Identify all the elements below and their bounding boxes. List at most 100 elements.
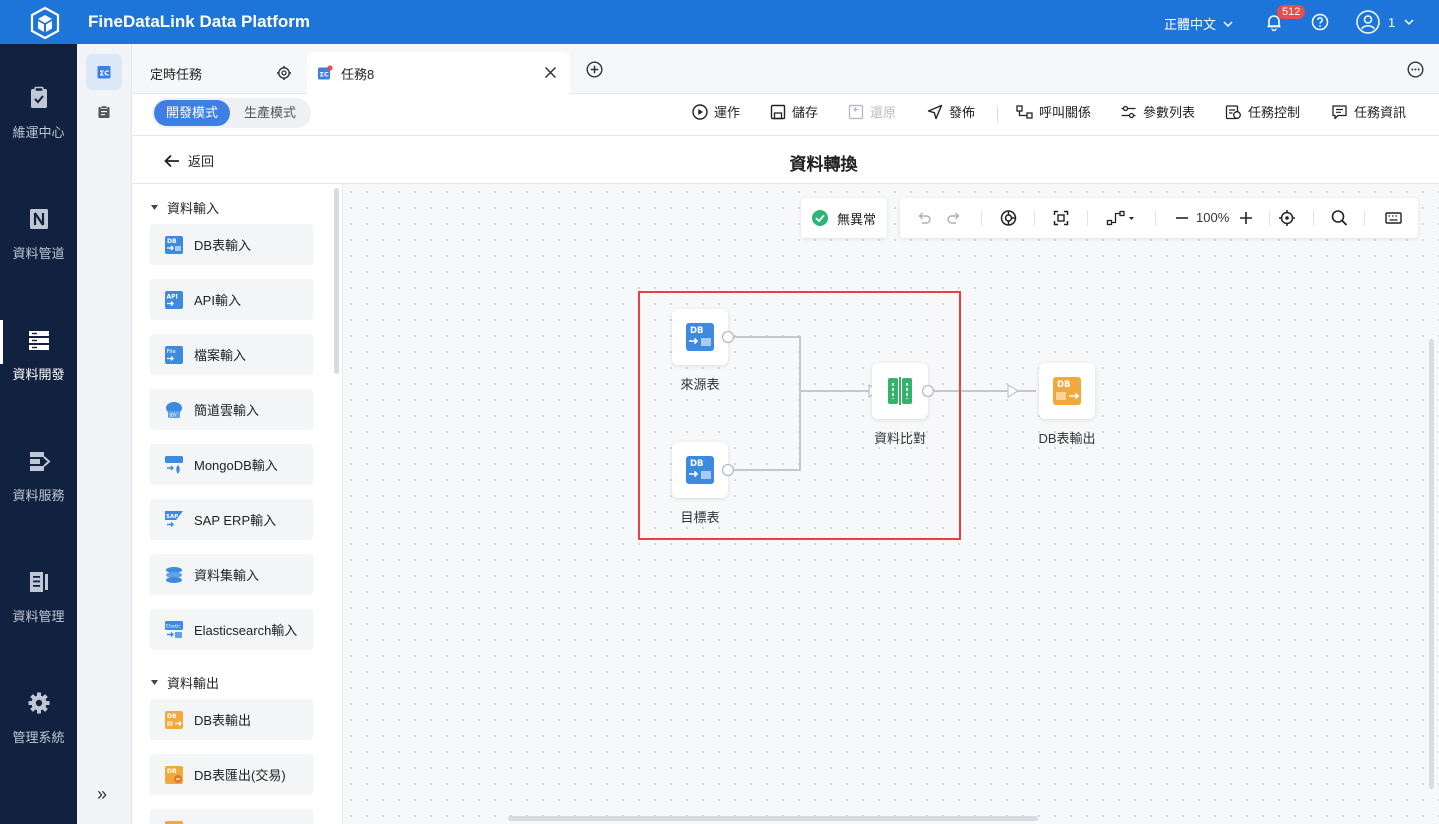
canvas-vertical-scrollbar[interactable] [1429,339,1434,789]
mode-switch[interactable]: 開發模式 生產模式 [152,98,311,128]
svg-text:DB: DB [690,326,704,336]
svg-text:DB: DB [167,713,177,720]
run-button[interactable]: 運作 [692,102,740,121]
tab-label: 定時任務 [150,66,203,82]
task-control-button[interactable]: 任務控制 [1225,102,1300,121]
page-title: 資料轉換 [789,155,858,174]
close-icon[interactable] [544,66,557,79]
nav-item-data-dev[interactable]: 資料開發 [0,286,77,396]
help-icon[interactable] [1311,13,1329,31]
nav-label: 管理系統 [12,730,65,745]
task-icon: ΣC [97,66,111,79]
output-port[interactable] [721,330,735,344]
save-icon [770,104,786,119]
node-label: 資料比對 [873,431,926,446]
user-menu[interactable]: 1 [1356,10,1415,34]
svg-text:JDY: JDY [169,412,178,418]
task-info-label: 任務資訊 [1354,105,1407,120]
palette-item-api-input[interactable]: API API輸入 [150,279,313,320]
palette-item-db-input[interactable]: DB DB表輸入 [150,224,313,265]
db-target-icon: DB [686,456,714,484]
palette-item-label: SAP ERP輸入 [194,513,277,528]
restore-button[interactable]: 還原 [848,102,896,121]
db-export-icon: DB [165,765,183,784]
task-toolbar: 開發模式 生產模式 運作 儲存 還原 發佈 呼叫關係 參數列表 任務控制 任務資… [132,94,1439,136]
jdy-input-icon: JDY [166,401,182,418]
palette-item-label: 簡道雲輸入 [194,403,260,418]
avatar-icon [1356,10,1380,34]
language-selector[interactable]: 正體中文 [1164,14,1234,33]
task-info-button[interactable]: 任務資訊 [1331,102,1406,121]
nav-item-ops-center[interactable]: 維運中心 [0,44,77,154]
sap-input-icon: SAP [165,510,183,527]
publish-button[interactable]: 發佈 [927,102,975,121]
expand-sidebar-icon[interactable]: » [97,784,107,805]
palette-item-label: DB表匯出(交易) [194,768,286,783]
palette-item-elasticsearch-input[interactable]: Elastic Elasticsearch輸入 [150,609,313,650]
language-label: 正體中文 [1164,17,1217,32]
clipboard-check-icon [30,86,47,108]
svg-text:ΣC: ΣC [320,71,329,79]
restore-icon [848,104,864,119]
param-list-button[interactable]: 參數列表 [1120,102,1195,121]
palette-scrollbar[interactable] [334,188,339,374]
node-db-output[interactable]: DB [1039,363,1095,419]
group-data-input[interactable]: 資料輸入 [150,198,219,217]
palette-item-dataset-input[interactable]: 資料集輸入 [150,554,313,595]
palette-item-jdy-input[interactable]: JDY 簡道雲輸入 [150,389,313,430]
workflow-canvas[interactable]: 無異常 100% DB 來源表 DB 目標表 資料比對 DB DB表輸出 [343,184,1439,824]
nav-item-data-pipeline[interactable]: 資料管道 [0,165,77,275]
subnav-doc-button[interactable] [86,94,122,130]
palette-item-partial[interactable] [150,809,313,824]
palette-item-sap-input[interactable]: SAP SAP ERP輸入 [150,499,313,540]
canvas-horizontal-scrollbar[interactable] [508,816,1038,821]
svg-text:SAP: SAP [166,514,178,520]
palette-item-label: MongoDB輸入 [194,458,278,473]
svg-text:DB: DB [167,768,177,775]
svg-text:File: File [167,349,177,355]
output-port[interactable] [721,463,735,477]
palette-item-db-output[interactable]: DB DB表輸出 [150,699,313,740]
palette-item-label: DB表輸入 [194,238,252,253]
mongodb-input-icon [165,455,183,474]
page-header: 返回 資料轉換 [132,136,1439,184]
restore-label: 還原 [870,105,897,120]
play-icon [692,103,708,120]
nav-label: 資料管理 [12,609,65,624]
chevron-down-icon [1404,19,1414,26]
save-button[interactable]: 儲存 [770,102,818,121]
more-icon[interactable] [1407,61,1424,78]
nav-item-data-service[interactable]: 資料服務 [0,407,77,517]
sliders-icon [1121,105,1136,118]
node-label: 目標表 [680,510,720,525]
group-data-output[interactable]: 資料輸出 [150,673,219,692]
db-output-icon: DB [165,710,183,729]
output-port[interactable] [921,384,935,398]
add-tab-icon[interactable] [586,61,603,78]
prod-mode-button[interactable]: 生產模式 [232,100,308,126]
gear-icon [28,692,49,714]
user-name: 1 [1388,14,1396,30]
palette-item-file-input[interactable]: File 檔案輸入 [150,334,313,375]
palette-item-label: DB表輸出 [194,713,252,728]
tab-task8[interactable]: ΣC 任務8 [307,52,570,94]
tab-scheduled-task[interactable]: 定時任務 [132,52,306,94]
nav-item-data-manage[interactable]: 資料管理 [0,528,77,638]
palette-item-mongodb-input[interactable]: MongoDB輸入 [150,444,313,485]
nav-item-admin[interactable]: 管理系統 [0,649,77,759]
node-source-table[interactable]: DB [672,309,728,365]
app-logo-icon[interactable] [28,6,62,40]
task-icon: ΣC [318,65,333,80]
gear-icon[interactable] [276,65,292,81]
subnav-task-button[interactable]: ΣC [86,54,122,90]
node-target-table[interactable]: DB [672,442,728,498]
svg-text:API: API [167,293,178,300]
svg-text:DB: DB [690,459,704,469]
elasticsearch-input-icon: Elastic [165,620,183,638]
compare-icon [888,377,912,405]
node-data-compare[interactable] [872,363,928,419]
palette-item-db-export[interactable]: DB DB表匯出(交易) [150,754,313,795]
call-relation-button[interactable]: 呼叫關係 [1016,102,1091,121]
pipeline-icon [29,209,48,229]
dev-mode-button[interactable]: 開發模式 [154,100,230,126]
